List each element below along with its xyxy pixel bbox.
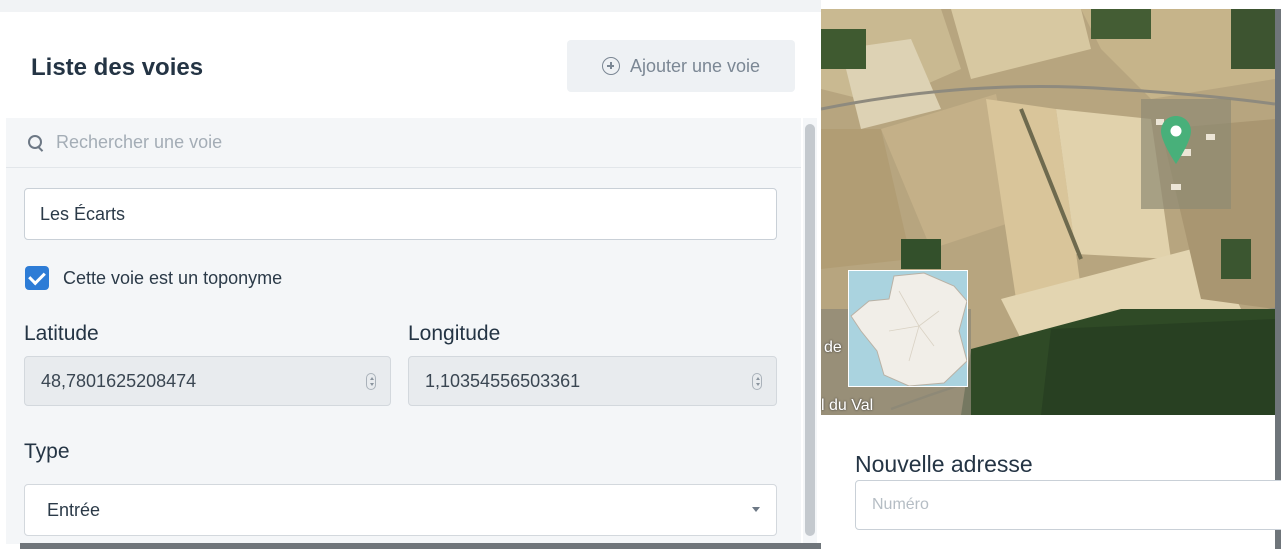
overview-minimap[interactable] xyxy=(848,270,968,387)
new-address-title: Nouvelle adresse xyxy=(855,451,1033,477)
latitude-label: Latitude xyxy=(24,322,99,345)
type-label: Type xyxy=(24,440,70,463)
map-right-edge xyxy=(1275,9,1281,549)
address-number-input[interactable] xyxy=(855,480,1281,530)
app-root: Liste des voies Ajouter une voie Les Éca… xyxy=(0,0,1281,549)
map-marker-icon[interactable] xyxy=(1161,116,1191,166)
type-select[interactable]: Entrée xyxy=(24,484,777,536)
panel-scrollbar[interactable] xyxy=(803,118,817,544)
new-address-section: Nouvelle adresse xyxy=(821,415,1281,549)
caret-down-icon xyxy=(752,507,760,512)
latitude-value: 48,7801625208474 xyxy=(41,370,197,391)
longitude-stepper-icon[interactable] xyxy=(752,373,762,390)
bottom-shadow-line xyxy=(20,543,821,549)
latitude-stepper-icon[interactable] xyxy=(366,373,376,390)
top-strip xyxy=(0,0,821,12)
satellite-map[interactable]: de l du Val xyxy=(821,9,1275,415)
longitude-field[interactable]: 1,10354556503361 xyxy=(408,356,777,406)
search-input[interactable] xyxy=(56,132,656,153)
map-place-label-1: de xyxy=(824,339,842,356)
search-icon xyxy=(28,134,44,151)
add-voie-button[interactable]: Ajouter une voie xyxy=(567,40,795,92)
longitude-label: Longitude xyxy=(408,322,501,345)
toponym-checkbox[interactable] xyxy=(25,266,49,290)
latitude-field[interactable]: 48,7801625208474 xyxy=(24,356,391,406)
voie-form: Les Écarts Cette voie est un toponyme La… xyxy=(6,168,801,544)
panel-title: Liste des voies xyxy=(31,54,204,81)
voie-name-field[interactable]: Les Écarts xyxy=(24,188,777,240)
plus-circle-icon xyxy=(601,57,620,75)
scrollbar-thumb[interactable] xyxy=(805,124,815,536)
voies-panel: Liste des voies Ajouter une voie Les Éca… xyxy=(0,12,821,544)
toponym-checkbox-label: Cette voie est un toponyme xyxy=(63,267,283,288)
search-bar xyxy=(6,118,801,168)
type-selected-value: Entrée xyxy=(47,499,101,520)
map-place-label-2: l du Val xyxy=(821,397,874,414)
toponym-checkbox-row[interactable]: Cette voie est un toponyme xyxy=(25,266,282,290)
add-voie-label: Ajouter une voie xyxy=(629,55,761,76)
longitude-value: 1,10354556503361 xyxy=(425,370,581,391)
minimap-france-outline xyxy=(849,271,967,386)
